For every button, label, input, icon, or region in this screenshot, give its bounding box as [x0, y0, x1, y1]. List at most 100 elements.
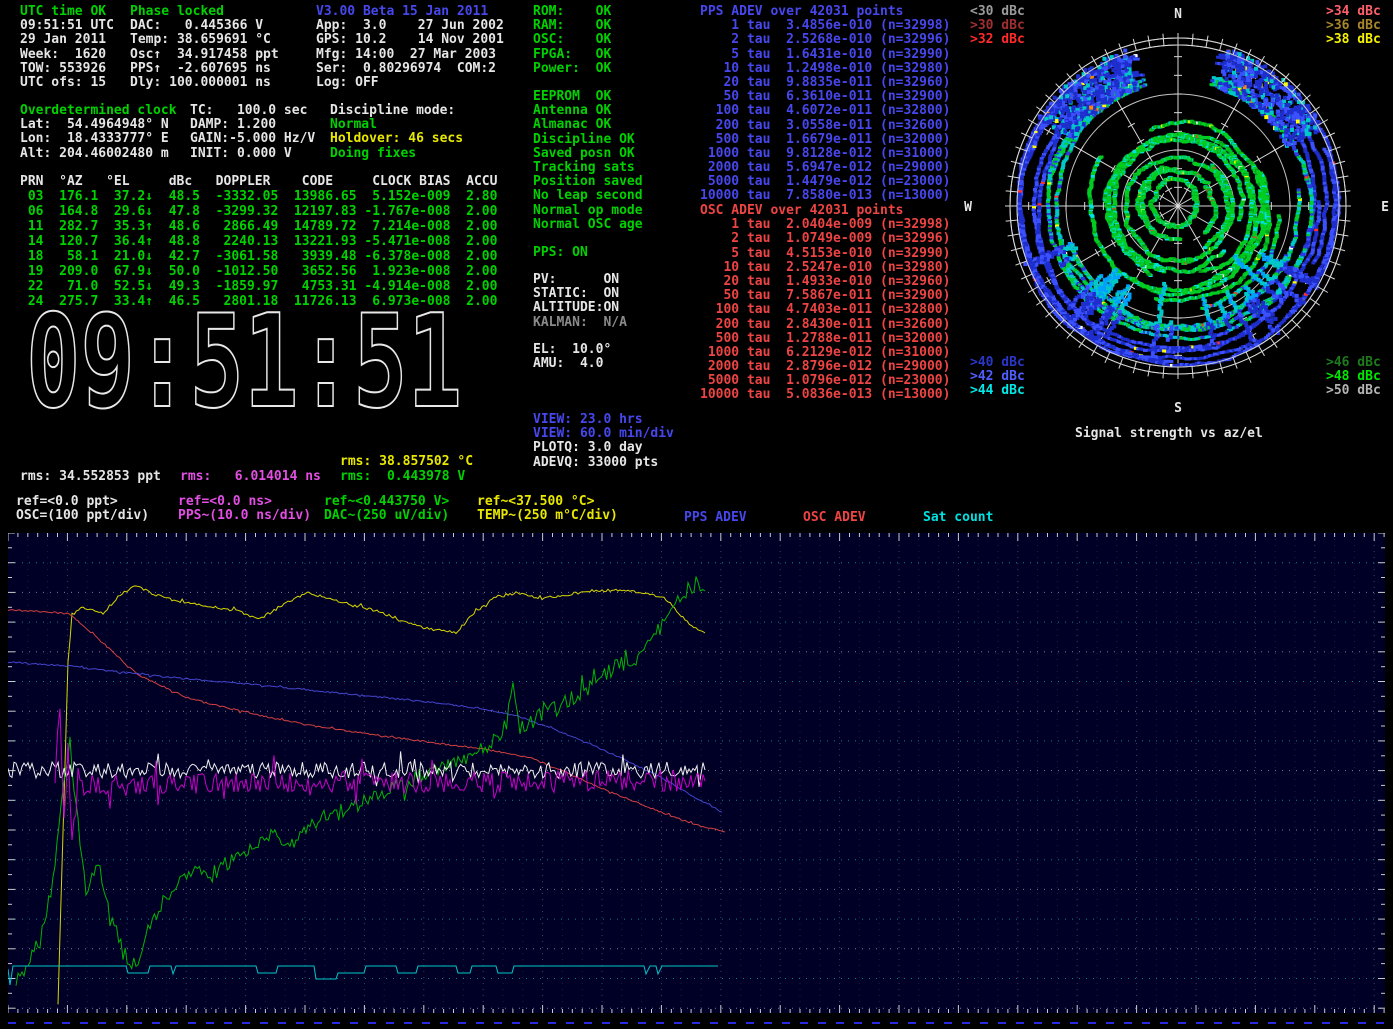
text-line: 10 tau 2.5247e-010 (n=32980) — [700, 261, 950, 275]
signal-trail-pixel — [1100, 156, 1104, 159]
text-line: Overdetermined clock — [20, 104, 177, 118]
text-line: OSC: OK — [533, 33, 611, 47]
text-line: ref=<0.0 ns> — [178, 495, 311, 509]
text-line: VIEW: 60.0 min/div — [533, 427, 674, 441]
text-line: Saved posn OK — [533, 147, 643, 161]
text-line: TEMP~(250 m°C/div) — [477, 509, 618, 523]
text-line: 06 164.8 29.6↓ 47.8 -3299.32 12197.83 -1… — [20, 204, 497, 219]
hardware-health-block: ROM: OKRAM: OKOSC: OKFPGA: OKPower: OK — [533, 5, 611, 76]
elevation-tick — [1160, 193, 1164, 200]
pps-scale-legend: ref=<0.0 ns>PPS~(10.0 ns/div) — [178, 495, 311, 523]
text-line: PV: ON — [533, 273, 627, 287]
text-line: 1 tau 3.4856e-010 (n=32998) — [700, 19, 950, 33]
digital-clock: 09:51:51 — [22, 306, 482, 418]
text-line: Temp: 38.659691 °C — [130, 33, 279, 47]
view-settings-block: VIEW: 23.0 hrsVIEW: 60.0 min/divPLOTQ: 3… — [533, 413, 674, 470]
text-line: 5 tau 1.6431e-010 (n=32990) — [700, 48, 950, 62]
text-line: Normal OSC age — [533, 218, 643, 232]
signal-strength-polar-chart: NSEW — [960, 0, 1393, 445]
elevation-tick — [1221, 123, 1228, 127]
text-line: 100 tau 4.6072e-011 (n=32800) — [700, 104, 950, 118]
text-line: 50 tau 6.3610e-011 (n=32900) — [700, 90, 950, 104]
loop-params-block: TC: 100.0 secDAMP: 1.200GAIN:-5.000 Hz/V… — [190, 104, 315, 161]
signal-trail-pixel — [1326, 252, 1330, 255]
text-line: 2000 tau 2.8796e-012 (n=29000) — [700, 360, 950, 374]
text-line: 5000 tau 1.4479e-012 (n=23000) — [700, 175, 950, 189]
receiver-status-block: EEPROM OKAntenna OKAlmanac OKDiscipline … — [533, 90, 643, 232]
osc-adev-table: OSC ADEV over 42031 points 1 tau 2.0404e… — [700, 204, 950, 403]
discipline-mode-block: Discipline mode:NormalHoldover: 46 secsD… — [330, 104, 463, 161]
rms-dac-readout: rms: 0.443978 V — [340, 470, 465, 484]
text-line: UTC ofs: 15 — [20, 76, 114, 90]
version-info-block: V3.00 Beta 15 Jan 2011App: 3.0 27 Jun 20… — [316, 5, 504, 90]
rms-pps-readout: rms: 6.014014 ns — [180, 470, 321, 484]
text-line: 2 tau 2.5268e-010 (n=32996) — [700, 33, 950, 47]
pps-adev-plot-label: PPS ADEV — [684, 510, 747, 525]
elevation-tick — [1231, 107, 1238, 111]
text-line: 1000 tau 9.8128e-012 (n=31000) — [700, 147, 950, 161]
text-line: OSC ADEV over 42031 points — [700, 204, 950, 218]
rms-temp-readout: rms: 38.857502 °C — [340, 455, 473, 469]
text-line: TC: 100.0 sec — [190, 104, 315, 118]
signal-trail-pixel — [1297, 188, 1301, 191]
text-line: rms: 34.552853 ppt — [20, 470, 161, 484]
lady-heather-gps-monitor-screen: UTC time OK09:51:51 UTC29 Jan 2011Week: … — [0, 0, 1393, 1029]
signal-trail-pixel — [1322, 148, 1326, 151]
text-line: PLOTQ: 3.0 day — [533, 441, 674, 455]
text-line: Dly: 100.000001 ns — [130, 76, 279, 90]
text-line: OSC=(100 ppt/div) — [16, 509, 149, 523]
text-line: DAC~(250 uV/div) — [324, 509, 449, 523]
pps-adev-table: PPS ADEV over 42031 points 1 tau 3.4856e… — [700, 5, 950, 204]
satellite-table: PRN °AZ °EL dBc DOPPLER CODE CLOCK BIAS … — [20, 174, 497, 309]
text-line: 5000 tau 1.0796e-012 (n=23000) — [700, 374, 950, 388]
text-line: Power: OK — [533, 62, 611, 76]
text-line: 200 tau 2.8430e-011 (n=32600) — [700, 318, 950, 332]
text-line: 500 tau 1.2788e-011 (n=32000) — [700, 332, 950, 346]
signal-trail-pixel — [1162, 350, 1166, 353]
text-line: Doing fixes — [330, 147, 463, 161]
osc-scale-legend: ref=<0.0 ppt>OSC=(100 ppt/div) — [16, 495, 149, 523]
signal-trail-pixel — [1222, 250, 1226, 253]
signal-trail-pixel — [1199, 270, 1203, 273]
text-line: RAM: OK — [533, 19, 611, 33]
text-line: DAC: 0.445366 V — [130, 19, 279, 33]
dac-scale-legend: ref~<0.443750 V>DAC~(250 uV/div) — [324, 495, 449, 523]
elevation-tick — [1047, 128, 1051, 135]
text-line: KALMAN: N/A — [533, 316, 627, 330]
signal-trail-pixel — [1021, 222, 1025, 225]
text-line: Normal — [330, 118, 463, 132]
text-line: UTC time OK — [20, 5, 114, 19]
elevation-tick — [1137, 139, 1144, 143]
text-line: 14 120.7 36.4↑ 48.8 2240.13 13221.93 -5.… — [20, 234, 497, 249]
text-line: FPGA: OK — [533, 48, 611, 62]
text-line: 1 tau 2.0404e-009 (n=32998) — [700, 218, 950, 232]
text-line: 10 tau 1.2498e-010 (n=32980) — [700, 62, 950, 76]
signal-trail-pixel — [1219, 54, 1223, 57]
text-line: Discipline OK — [533, 133, 643, 147]
text-line: App: 3.0 27 Jun 2002 — [316, 19, 504, 33]
signal-trail-pixel — [1190, 258, 1194, 261]
text-line: 29 Jan 2011 — [20, 33, 114, 47]
text-line: Tracking sats — [533, 161, 643, 175]
elevation-tick — [1111, 240, 1115, 247]
signal-trail-pixel — [1210, 83, 1214, 86]
text-line: GPS: 10.2 14 Nov 2001 — [316, 33, 504, 47]
text-line: GAIN:-5.000 Hz/V — [190, 132, 315, 146]
text-line: 09:51:51 UTC — [20, 19, 114, 33]
phase-locked-block: Phase lockedDAC: 0.445366 VTemp: 38.6596… — [130, 5, 279, 90]
text-line: Ser: 0.80296974 COM:2 — [316, 62, 504, 76]
text-line: rms: 0.443978 V — [340, 470, 465, 484]
text-line: ALTITUDE:ON — [533, 301, 627, 315]
clock-display: 09:51:51 — [26, 306, 462, 418]
text-line: 03 176.1 37.2↓ 48.5 -3332.05 13986.65 5.… — [20, 189, 497, 204]
osc-adev-plot-label: OSC ADEV — [803, 510, 866, 525]
el-amu-mask-block: EL: 10.0°AMU: 4.0 — [533, 343, 611, 371]
text-line: 22 71.0 52.5↓ 49.3 -1859.97 4753.31 -4.9… — [20, 279, 497, 294]
sat-count-plot-label: Sat count — [923, 510, 993, 525]
text-line: AMU: 4.0 — [533, 357, 611, 371]
signal-trail-pixel — [1192, 162, 1196, 165]
text-line: 18 58.1 21.0↓ 42.7 -3061.58 3939.48 -6.3… — [20, 249, 497, 264]
text-line: 5 tau 4.5153e-010 (n=32990) — [700, 247, 950, 261]
text-line: PPS ADEV over 42031 points — [700, 5, 950, 19]
text-line: 1000 tau 6.2129e-012 (n=31000) — [700, 346, 950, 360]
